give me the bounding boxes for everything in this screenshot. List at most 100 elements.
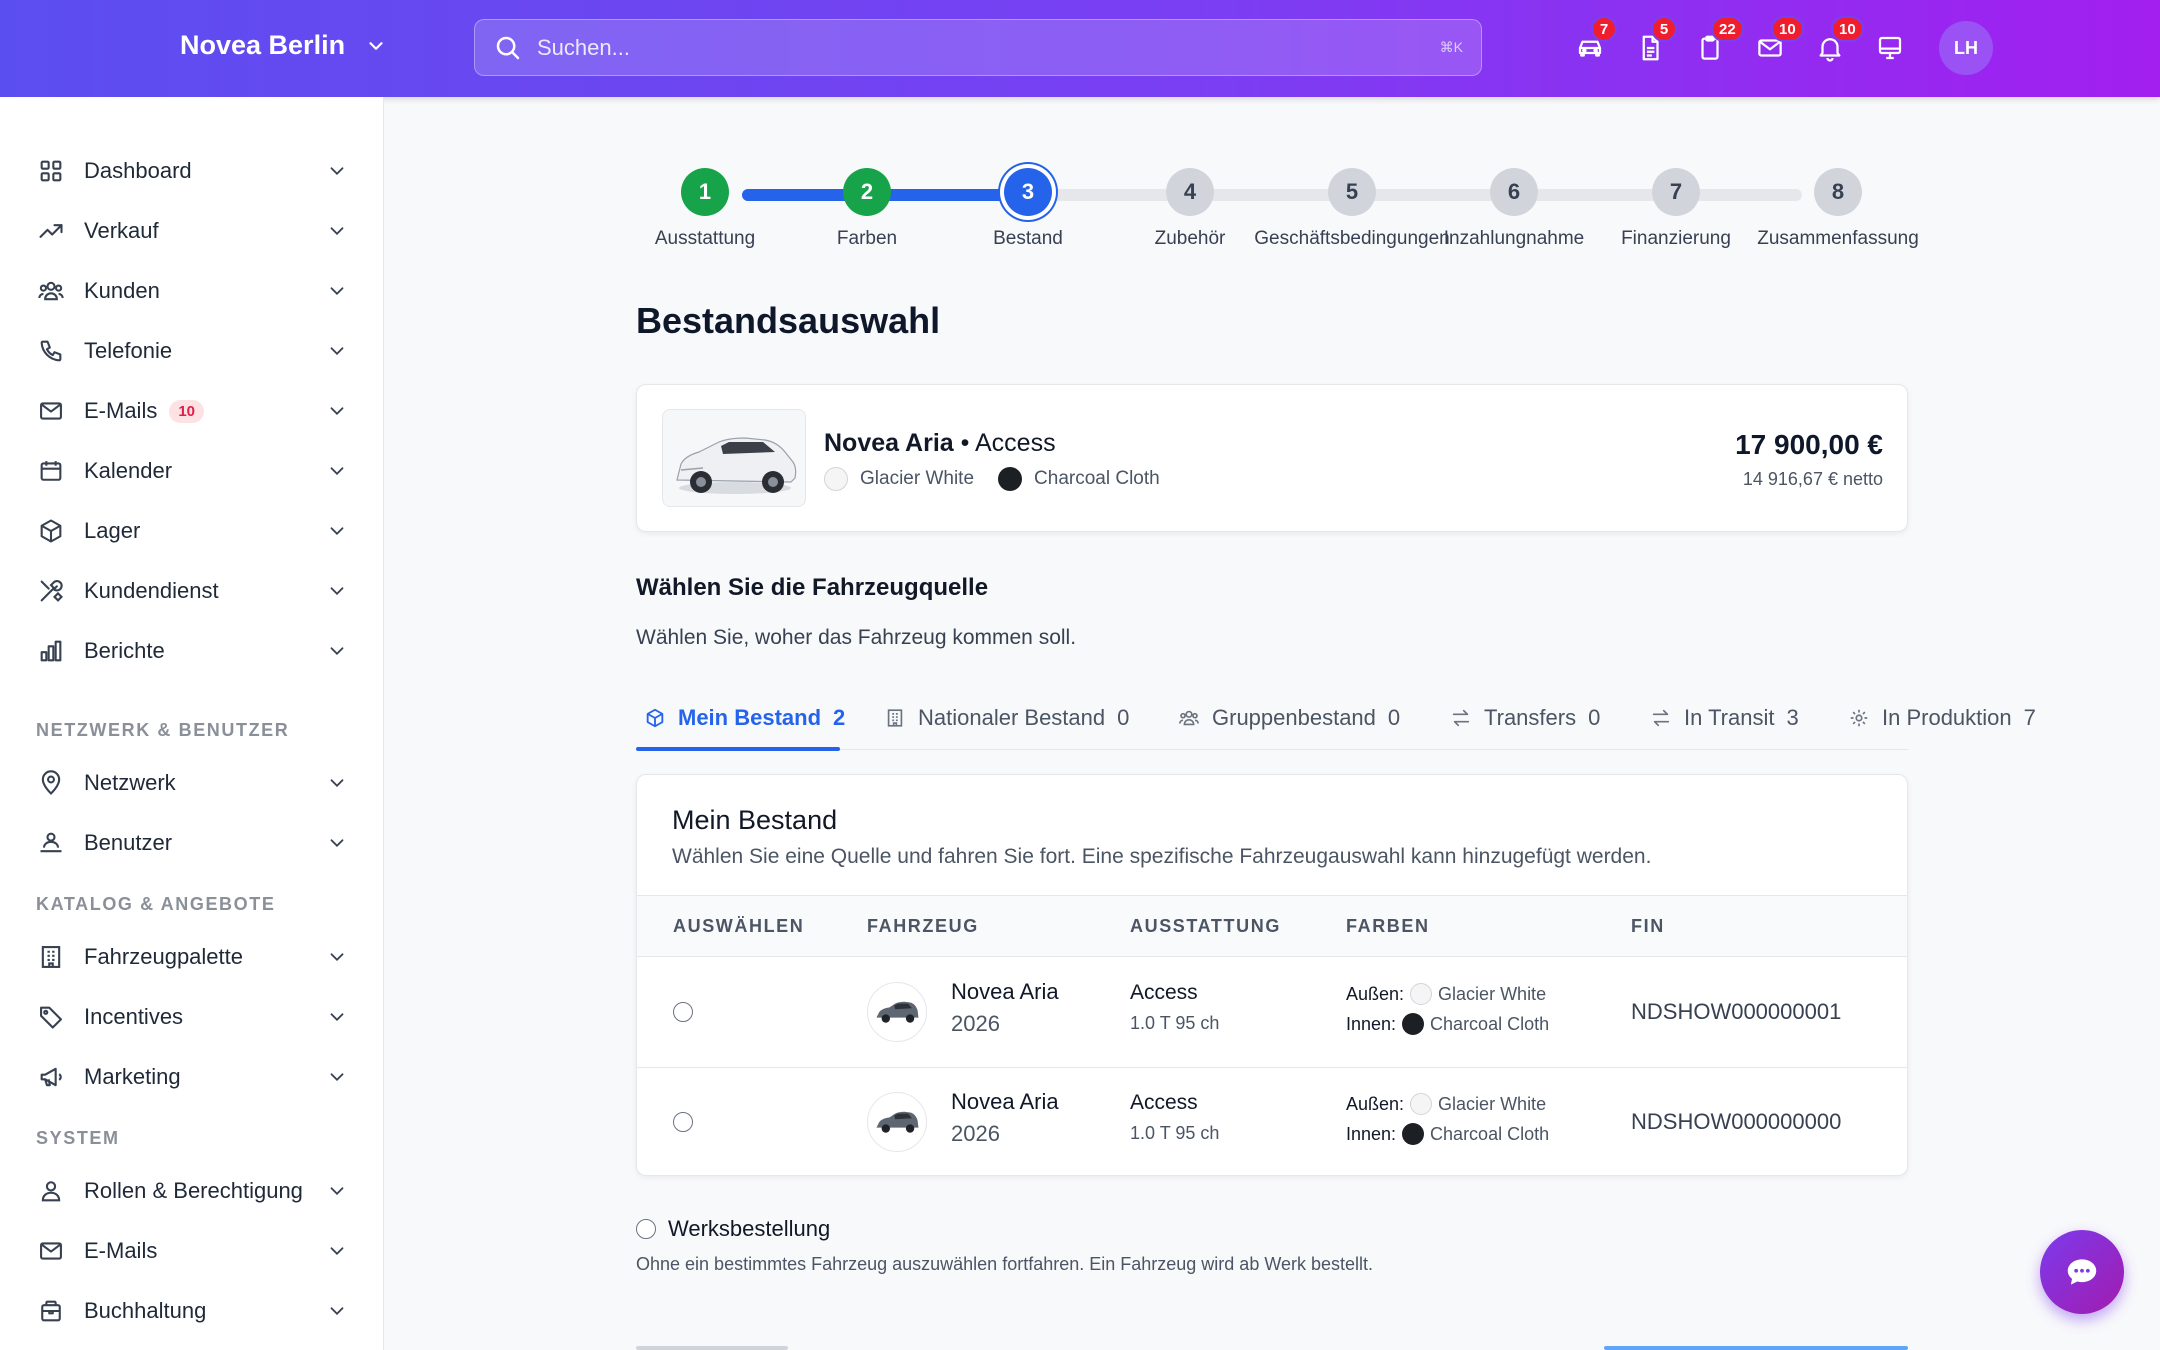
next-button[interactable] — [1604, 1346, 1908, 1350]
sidebar-item-marketing[interactable]: Marketing — [36, 1055, 348, 1099]
vehicle-price: 17 900,00 € — [1735, 429, 1883, 460]
mail-icon — [40, 1242, 62, 1260]
search-shortcut: ⌘K — [1439, 39, 1463, 55]
sidebar-item-netzwerk[interactable]: Netzwerk — [36, 761, 348, 805]
sidebar-item-label: Dashboard — [84, 158, 192, 183]
separator-dot: • — [960, 429, 970, 457]
color-label: Innen: — [1346, 1123, 1397, 1144]
tab-count: 2 — [833, 705, 846, 730]
factory-order-option[interactable]: Werksbestellung — [636, 1216, 830, 1242]
gear-icon — [1850, 709, 1868, 727]
chevron-down-icon — [330, 527, 344, 536]
avatar[interactable]: LH — [1939, 21, 1993, 75]
calendar-icon — [40, 461, 62, 481]
sidebar-item-label: Rollen & Berechtigung — [84, 1178, 303, 1203]
sidebar-item-verkauf[interactable]: Verkauf — [36, 209, 348, 253]
chevron-down-icon — [330, 467, 344, 476]
vehicle-engine: 1.0 T 95 ch — [1130, 1123, 1220, 1143]
sidebar-item-rollen[interactable]: Rollen & Berechtigung — [36, 1169, 348, 1213]
source-tabs: Mein Bestand 2 Nationaler Bestand 0 Grup… — [636, 686, 2036, 751]
sidebar-item-label: Kunden — [84, 278, 160, 303]
row-select-radio[interactable] — [673, 1112, 693, 1132]
documents-count-badge: 5 — [1651, 16, 1677, 42]
car-notifications-button[interactable]: 7 — [1574, 16, 1617, 72]
notifications-button[interactable]: 10 — [1814, 16, 1864, 72]
notifications-count-badge: 10 — [1831, 16, 1864, 42]
tab-nationaler-bestand[interactable]: Nationaler Bestand 0 — [884, 686, 1129, 750]
step-4[interactable]: 4 — [1166, 168, 1214, 216]
chevron-down-icon — [330, 1187, 344, 1196]
exterior-color: Glacier White — [1438, 983, 1547, 1004]
tab-transfers[interactable]: Transfers 0 — [1450, 686, 1600, 750]
dealer-switcher[interactable]: Novea Berlin — [180, 30, 387, 61]
chevron-down-icon — [330, 287, 344, 296]
tasks-button[interactable]: 22 — [1694, 16, 1744, 72]
tab-count: 0 — [1588, 705, 1601, 730]
step-7[interactable]: 7 — [1652, 168, 1700, 216]
display-button[interactable] — [1874, 24, 1906, 72]
sidebar-item-berichte[interactable]: Berichte — [36, 629, 348, 673]
step-6[interactable]: 6 — [1490, 168, 1538, 216]
sidebar-item-kalender[interactable]: Kalender — [36, 449, 348, 493]
wallet-icon — [41, 1300, 61, 1322]
search-input[interactable] — [537, 34, 1440, 61]
vehicle-model: Novea Aria — [951, 979, 1059, 1004]
table-row[interactable]: Novea Aria 2026 Access 1.0 T 95 ch Außen… — [637, 1067, 1907, 1175]
tab-label: Gruppenbestand — [1212, 705, 1376, 730]
step-1[interactable]: 1 — [681, 168, 729, 216]
active-tab-indicator — [636, 747, 840, 751]
exterior-color-line: Außen: Glacier White — [1346, 1093, 1546, 1115]
table-row[interactable]: Novea Aria 2026 Access 1.0 T 95 ch Außen… — [637, 957, 1907, 1067]
mail-icon — [40, 402, 62, 420]
sidebar-item-telefonie[interactable]: Telefonie — [36, 329, 348, 373]
vehicle-colors: Glacier White Charcoal Cloth — [824, 467, 1160, 491]
sidebar-item-fahrzeugpalette[interactable]: Fahrzeugpalette — [36, 935, 348, 979]
interior-color-line: Innen: Charcoal Cloth — [1346, 1123, 1549, 1145]
tab-label: In Produktion — [1882, 705, 2012, 730]
brand-name: Novea Berlin — [180, 30, 346, 60]
sidebar-item-label: Netzwerk — [84, 770, 176, 795]
megaphone-icon — [40, 1067, 62, 1087]
chevron-down-icon — [369, 41, 383, 50]
grid-icon — [40, 160, 62, 182]
tab-count: 3 — [1786, 705, 1799, 730]
sidebar-item-label: Fahrzeugpalette — [84, 944, 243, 969]
table-header: AUSWÄHLEN FAHRZEUG AUSSTATTUNG FARBEN FI… — [637, 895, 1907, 957]
back-button[interactable] — [636, 1346, 788, 1350]
search-bar[interactable]: ⌘K — [474, 19, 1482, 76]
documents-button[interactable]: 5 — [1634, 16, 1677, 72]
sidebar-item-system-e-mails[interactable]: E-Mails — [36, 1229, 348, 1273]
sidebar-item-benutzer[interactable]: Benutzer — [36, 821, 348, 865]
tools-icon — [40, 580, 63, 602]
sidebar-item-buchhaltung[interactable]: Buchhaltung — [36, 1289, 348, 1333]
section-title-catalog: KATALOG & ANGEBOTE — [36, 894, 276, 914]
step-8[interactable]: 8 — [1814, 168, 1862, 216]
step-5[interactable]: 5 — [1328, 168, 1376, 216]
tab-mein-bestand[interactable]: Mein Bestand 2 — [644, 686, 845, 750]
row-select-radio[interactable] — [673, 1002, 693, 1022]
vehicle-engine: 1.0 T 95 ch — [1130, 1013, 1220, 1033]
tab-gruppenbestand[interactable]: Gruppenbestand 0 — [1178, 686, 1400, 750]
chevron-down-icon — [330, 839, 344, 848]
sidebar-item-e-mails[interactable]: E-Mails 10 — [36, 389, 348, 433]
sidebar-item-kunden[interactable]: Kunden — [36, 269, 348, 313]
sidebar-item-lager[interactable]: Lager — [36, 509, 348, 553]
step-2[interactable]: 2 — [843, 168, 891, 216]
chevron-down-icon — [330, 647, 344, 656]
step-3[interactable]: 3 — [1004, 168, 1052, 216]
sidebar-item-incentives[interactable]: Incentives — [36, 995, 348, 1039]
chat-button[interactable] — [2040, 1230, 2124, 1314]
sidebar-item-dashboard[interactable]: Dashboard — [36, 149, 348, 193]
tab-in-transit[interactable]: In Transit 3 — [1650, 686, 1799, 750]
building-icon — [41, 946, 61, 968]
tab-in-produktion[interactable]: In Produktion 7 — [1848, 686, 2036, 750]
messages-button[interactable]: 10 — [1754, 16, 1804, 72]
tab-label: In Transit — [1684, 705, 1775, 730]
factory-order-radio[interactable] — [636, 1219, 656, 1239]
factory-order-label: Werksbestellung — [668, 1216, 831, 1241]
section-title-network: NETZWERK & BENUTZER — [36, 720, 290, 740]
sidebar-item-kundendienst[interactable]: Kundendienst — [36, 569, 348, 613]
vehicle-trim: Access — [974, 429, 1056, 457]
vehicle-vin: NDSHOW000000001 — [1631, 999, 1842, 1024]
section-heading: Wählen Sie die Fahrzeugquelle — [636, 574, 989, 601]
